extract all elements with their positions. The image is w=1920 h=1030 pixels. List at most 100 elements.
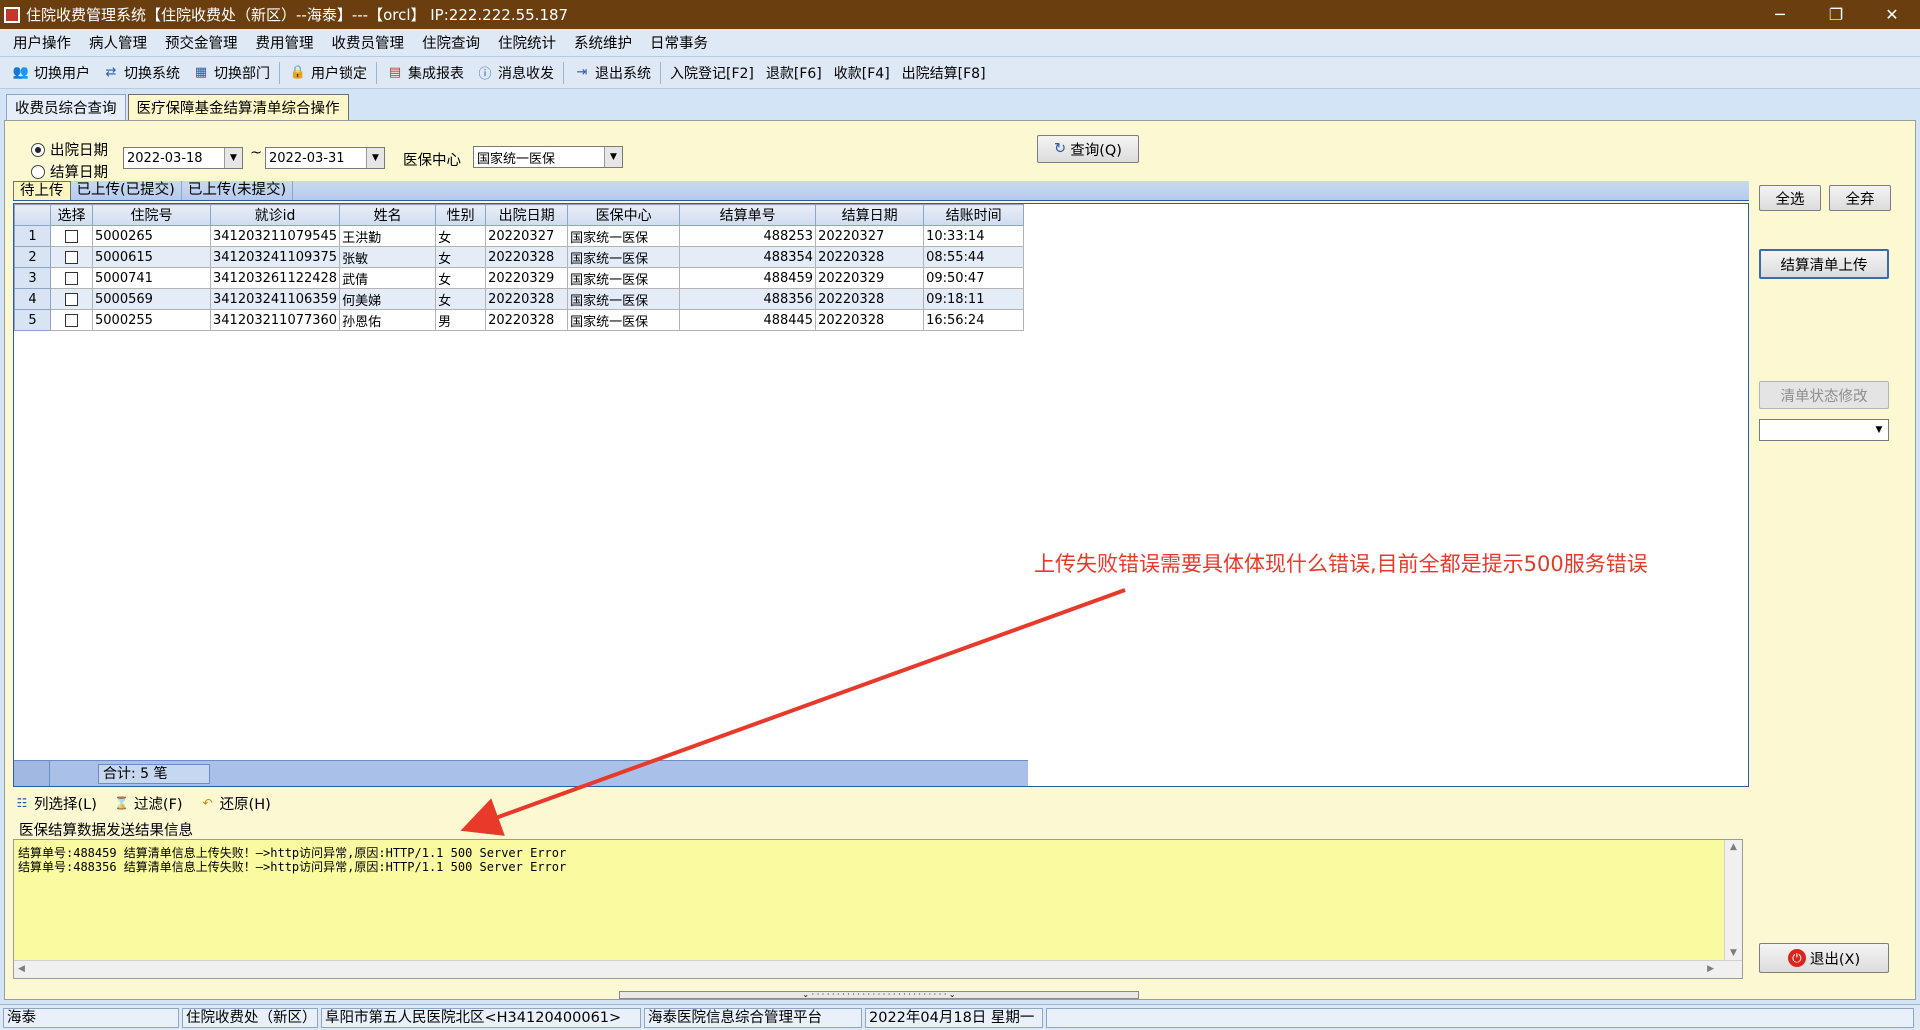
menu-deposit[interactable]: 预交金管理 [156,32,247,53]
upload-list-button[interactable]: 结算清单上传 [1759,249,1889,279]
filter-button[interactable]: ⌛ 过滤(F) [113,793,182,814]
menu-bar: 用户操作 病人管理 预交金管理 费用管理 收费员管理 住院查询 住院统计 系统维… [0,29,1920,57]
chevron-down-icon[interactable]: ▼ [224,148,242,168]
chevron-down-icon[interactable]: ▼ [604,147,622,167]
messages-button[interactable]: ⓘ 消息收发 [470,63,560,83]
deselect-all-button[interactable]: 全弃 [1829,185,1891,211]
switch-system-button[interactable]: ⇄ 切换系统 [96,63,186,83]
refresh-icon: ↻ [1054,141,1067,157]
tab-uploaded-submitted[interactable]: 已上传(已提交) [71,181,182,200]
radio-discharge-date[interactable]: 出院日期 [31,139,108,160]
toolbar-separator [563,61,564,84]
tab-medical-insurance-list[interactable]: 医疗保障基金结算清单综合操作 [127,94,349,120]
restore-button-grid[interactable]: ↶ 还原(H) [199,793,271,814]
admission-button[interactable]: 入院登记[F2] [664,63,760,83]
radio-settle-date[interactable]: 结算日期 [31,161,108,182]
scroll-left-icon[interactable]: ◀ [18,964,25,974]
tab-pending-upload[interactable]: 待上传 [13,181,71,200]
date-from-picker[interactable]: 2022-03-18 ▼ [123,147,243,169]
lock-user-button[interactable]: 🔒 用户锁定 [283,63,373,83]
cell-settle-time: 09:50:47 [923,267,1025,289]
cell-name: 王洪勤 [339,225,437,247]
scroll-right-icon[interactable]: ▶ [1707,964,1714,974]
charge-button[interactable]: 收款[F4] [828,63,896,83]
status-bar: 海泰 住院收费处（新区） 阜阳市第五人民医院北区<H34120400061> 海… [0,1004,1920,1030]
select-all-button[interactable]: 全选 [1759,185,1821,211]
discharge-button[interactable]: 出院结算[F8] [896,63,992,83]
modify-status-button[interactable]: 清单状态修改 [1759,381,1889,409]
center-select[interactable]: 国家统一医保 ▼ [473,146,623,168]
scroll-up-icon[interactable]: ▲ [1730,842,1737,852]
menu-stats[interactable]: 住院统计 [489,32,565,53]
chevron-down-icon[interactable]: ▼ [366,148,384,168]
cell-settle-no: 488354 [679,246,817,268]
query-button[interactable]: ↻ 查询(Q) [1037,135,1139,163]
header-settle-no[interactable]: 结算单号 [679,204,817,226]
status-select[interactable]: ▼ [1759,419,1889,441]
header-visit-id[interactable]: 就诊id [209,204,341,226]
table-row[interactable]: 4 5000569 341203241106359 何美娣女 20220328 国家统一医… [14,288,1025,310]
cell-admission-no: 5000741 [92,267,211,289]
checkbox-icon[interactable] [65,229,78,243]
header-discharge-date[interactable]: 出院日期 [485,204,569,226]
column-select-button[interactable]: ☷ 列选择(L) [13,793,97,814]
reports-button[interactable]: ▤ 集成报表 [380,63,470,83]
header-center[interactable]: 医保中心 [567,204,681,226]
result-log[interactable]: 结算单号:488459 结算清单信息上传失败！—>http访问异常,原因:HTT… [13,839,1743,979]
row-select-checkbox[interactable] [50,288,93,310]
filter-area: 出院日期 结算日期 2022-03-18 ▼ ~ 2022-03-31 ▼ 医保… [25,129,1125,181]
menu-maintenance[interactable]: 系统维护 [565,32,641,53]
cell-name: 张敏 [339,246,437,268]
table-row[interactable]: 2 5000615 341203241109375 张敏女 20220328 国家统一医保… [14,246,1025,268]
switch-user-button[interactable]: 👥 切换用户 [6,63,96,83]
tab-cashier-query[interactable]: 收费员综合查询 [6,94,126,120]
table-row[interactable]: 5 5000255 341203211077360 孙恩佑男 20220328 国家统一医… [14,309,1025,331]
tab-uploaded-unsubmitted[interactable]: 已上传(未提交) [182,181,294,200]
toolbar-separator [660,61,661,84]
row-select-checkbox[interactable] [50,225,93,247]
header-rownum [14,204,51,226]
exit-button[interactable]: ⏻ 退出(X) [1759,943,1889,973]
log-vertical-scrollbar[interactable]: ▲ ▼ [1724,840,1742,960]
menu-query[interactable]: 住院查询 [413,32,489,53]
chevron-down-icon[interactable]: ▼ [1870,420,1888,440]
checkbox-icon[interactable] [65,292,78,306]
panel-splitter-handle[interactable]: ⌄ · · · · · · · · · · · · · · · · · · · … [619,991,1139,999]
minimize-button[interactable]: ─ [1752,0,1808,29]
header-admission-no[interactable]: 住院号 [92,204,211,226]
table-row[interactable]: 3 5000741 341203261122428 武倩女 20220329 国家统一医保… [14,267,1025,289]
switch-dept-button[interactable]: ▦ 切换部门 [186,63,276,83]
header-select[interactable]: 选择 [50,204,93,226]
menu-fee[interactable]: 费用管理 [247,32,323,53]
row-select-checkbox[interactable] [50,309,93,331]
result-section-title: 医保结算数据发送结果信息 [19,823,193,839]
row-number: 1 [14,225,51,247]
checkbox-icon[interactable] [65,271,78,285]
header-name[interactable]: 姓名 [339,204,437,226]
row-select-checkbox[interactable] [50,267,93,289]
checkbox-icon[interactable] [65,313,78,327]
cell-settle-time: 10:33:14 [923,225,1025,247]
status-date: 2022年04月18日 星期一 [865,1007,1043,1028]
menu-daily[interactable]: 日常事务 [641,32,717,53]
menu-cashier[interactable]: 收费员管理 [323,32,414,53]
cell-name: 何美娣 [339,288,437,310]
menu-user-ops[interactable]: 用户操作 [4,32,80,53]
row-select-checkbox[interactable] [50,246,93,268]
refund-button[interactable]: 退款[F6] [760,63,828,83]
restore-button[interactable]: ❐ [1808,0,1864,29]
table-row[interactable]: 1 5000265 341203211079545 王洪勤女 20220327 国家统一医… [14,225,1025,247]
header-settle-time[interactable]: 结账时间 [923,204,1025,226]
menu-patient[interactable]: 病人管理 [80,32,156,53]
log-horizontal-scrollbar[interactable]: ◀ ▶ [14,960,1742,978]
date-to-picker[interactable]: 2022-03-31 ▼ [265,147,385,169]
columns-icon: ☷ [16,796,28,810]
scroll-down-icon[interactable]: ▼ [1730,948,1737,958]
close-button[interactable]: ✕ [1864,0,1920,29]
exit-system-button[interactable]: ⇥ 退出系统 [567,63,657,83]
row-number: 3 [14,267,51,289]
cell-admission-no: 5000265 [92,225,211,247]
checkbox-icon[interactable] [65,250,78,264]
header-sex[interactable]: 性别 [435,204,487,226]
header-settle-date[interactable]: 结算日期 [815,204,925,226]
